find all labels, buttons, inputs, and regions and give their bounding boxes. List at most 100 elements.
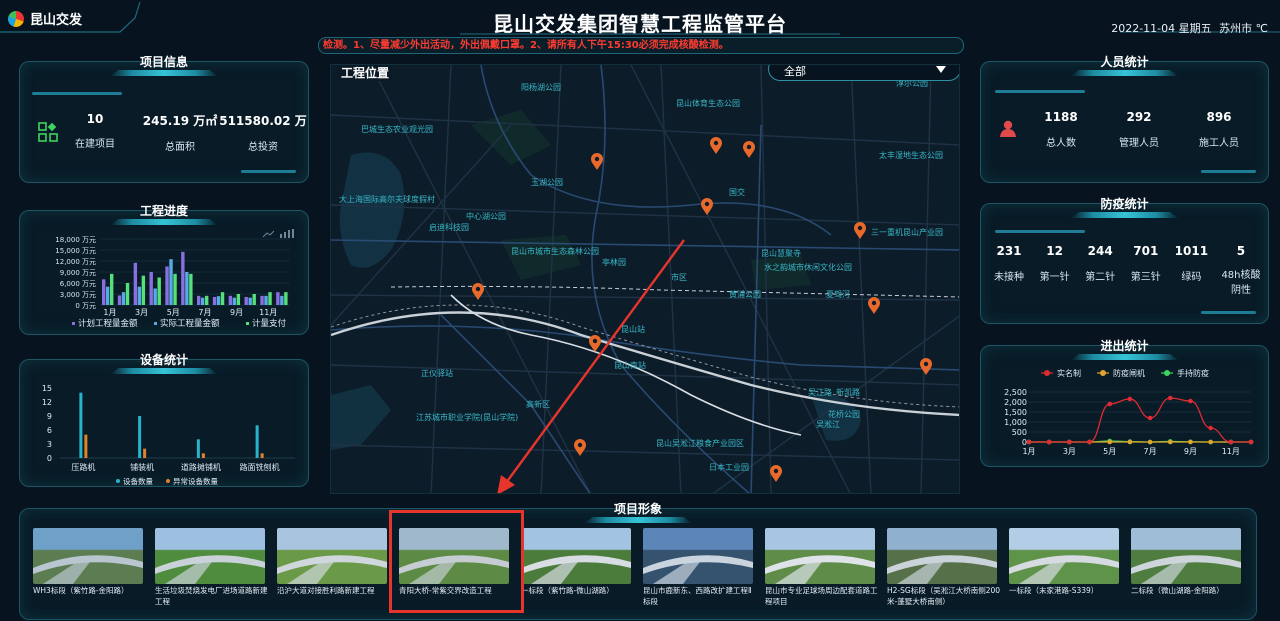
header-datetime: 2022-11-04 星期五 苏州市 ℃ xyxy=(1111,20,1268,36)
map-pin-icon[interactable] xyxy=(867,297,881,315)
stat-label: 未接种 xyxy=(994,272,1024,283)
highlight-box xyxy=(389,510,524,613)
legend-swatch xyxy=(166,479,170,483)
bar-2 xyxy=(106,286,110,305)
gallery-thumbnail[interactable] xyxy=(1131,528,1241,584)
bar-1 xyxy=(149,272,153,305)
map-place-label: 夏驾河 xyxy=(826,290,850,299)
map-place-label: 巴城生态农业观光园 xyxy=(361,125,433,134)
map-place-label: 新凯路 xyxy=(836,388,860,397)
x-tick-label: 压路机 xyxy=(71,462,95,472)
gallery-thumbnail[interactable] xyxy=(277,528,387,584)
x-tick-label: 1月 xyxy=(103,308,116,317)
legend-swatch xyxy=(72,322,75,325)
map-pin-icon[interactable] xyxy=(588,335,602,353)
map-pin-icon[interactable] xyxy=(700,198,714,216)
gallery-thumbnail[interactable] xyxy=(1009,528,1119,584)
stat-nucleic-negative: 5 48h核酸阴性 xyxy=(1217,244,1265,298)
bar-3 xyxy=(236,294,241,305)
stat-label: 管理人员 xyxy=(1119,138,1159,149)
map-place-label: 启迪科技园 xyxy=(429,223,469,232)
date-text: 2022-11-04 星期五 xyxy=(1111,22,1212,35)
gallery-thumbnail[interactable] xyxy=(521,528,631,584)
stat-workers: 896 施工人员 xyxy=(1189,110,1249,149)
stat-value: 1011 xyxy=(1174,244,1209,258)
map-pin-icon[interactable] xyxy=(709,137,723,155)
map-pin-icon[interactable] xyxy=(853,222,867,240)
y-tick-label: 15,000 万元 xyxy=(55,247,96,255)
bar-1 xyxy=(117,295,122,305)
y-tick-label: 12,000 万元 xyxy=(55,258,96,266)
bar-1 xyxy=(228,295,233,305)
map-place-label: 三一重机昆山产业园 xyxy=(871,228,943,237)
stat-total: 1188 总人数 xyxy=(1031,110,1091,149)
bar-2 xyxy=(153,288,157,305)
gallery-thumbnail[interactable] xyxy=(887,528,997,584)
panel-title: 人员统计 xyxy=(1084,53,1164,73)
bar-2 xyxy=(280,295,284,305)
map-place-label: 国交 xyxy=(729,188,745,197)
legend-label: 实际工程量金额 xyxy=(160,318,220,329)
data-point xyxy=(1208,439,1213,445)
y-tick-label: 18,000 万元 xyxy=(55,236,96,244)
data-point xyxy=(1188,439,1193,445)
panel-title: 项目信息 xyxy=(124,53,204,73)
x-tick-label: 道路摊铺机 xyxy=(181,462,221,472)
y-tick-label: 1,000 xyxy=(1004,418,1027,427)
select-value: 全部 xyxy=(784,65,806,78)
map-place-label: 日本工业园 xyxy=(709,463,749,472)
gallery-thumbnail[interactable] xyxy=(643,528,753,584)
stat-dose-3: 701 第三针 xyxy=(1126,244,1166,298)
gallery-caption[interactable]: WH3标段（紫竹路-金阳路） xyxy=(33,585,148,596)
map-place-label: 高新区 xyxy=(526,400,550,409)
gallery-thumbnail[interactable] xyxy=(155,528,265,584)
bar-2 xyxy=(137,286,142,305)
gallery-caption[interactable]: H2-SG标段（吴淞江大桥南侧200米-蓬墅大桥南侧） xyxy=(887,585,1002,607)
stat-value: 245.19 万㎡ xyxy=(142,114,218,128)
map-place-label: 亭林园 xyxy=(602,258,626,267)
stat-value: 231 xyxy=(996,244,1022,258)
y-tick-label: 3,000 万元 xyxy=(60,291,96,299)
gallery-thumbnail[interactable] xyxy=(33,528,143,584)
map-place-label: 昆山慧聚寺 xyxy=(761,249,801,258)
bar-1 xyxy=(276,292,280,305)
map-pin-icon[interactable] xyxy=(590,153,604,171)
y-tick-label: 9 xyxy=(47,412,52,421)
map-place-label: 昆山体育生态公园 xyxy=(676,99,740,108)
map-pin-icon[interactable] xyxy=(742,141,756,159)
bar-1 xyxy=(165,266,169,305)
gallery-caption[interactable]: 沿沪大道对接胜利路新建工程 xyxy=(277,585,392,596)
gallery-caption[interactable]: 二标段（微山湖路-金阳路） xyxy=(1131,585,1246,596)
stat-projects: 10 在建项目 xyxy=(65,112,125,150)
stat-label: 在建项目 xyxy=(75,139,115,150)
bar-1 xyxy=(255,425,259,458)
x-tick-label: 5月 xyxy=(1103,447,1116,456)
x-tick-label: 7月 xyxy=(198,308,211,317)
map-place-label: 阳杨湖公园 xyxy=(521,83,561,92)
stat-label: 第一针 xyxy=(1039,272,1070,283)
map-place-label: 江苏城市职业学院(昆山学院) xyxy=(416,413,519,422)
bar-2 xyxy=(201,297,205,305)
access-panel: 进出统计 实名制 防疫闸机 手持防疫 2,500 2,000 1,500 1,000 500 0… xyxy=(980,339,1269,467)
map-pin-icon[interactable] xyxy=(919,358,933,376)
panel-title: 设备统计 xyxy=(124,351,204,371)
data-point xyxy=(1046,439,1052,445)
gallery-caption[interactable]: 一标段（末家港路-S339） xyxy=(1009,585,1124,596)
gallery-caption[interactable]: 昆山市鹿新东、西路改扩建工程Ⅱ标段 xyxy=(643,585,758,607)
bar-3 xyxy=(189,273,193,305)
data-point xyxy=(1147,439,1153,445)
map-pin-icon[interactable] xyxy=(769,465,783,483)
map-region-select[interactable]: 全部 xyxy=(768,65,959,81)
gallery-caption[interactable]: 昆山市专业足球场周边配套道路工程项目 xyxy=(765,585,880,607)
gallery-thumbnail[interactable] xyxy=(765,528,875,584)
legend-label: 设备数量 xyxy=(123,476,153,486)
y-tick-label: 0 xyxy=(1022,438,1027,447)
gallery-caption[interactable]: 一标段（紫竹路-微山湖路） xyxy=(521,585,636,596)
map-pin-icon[interactable] xyxy=(471,283,485,301)
map-panel[interactable]: 阳杨湖公园 昆山体育生态公园 淳尔公园 巴城生态农业观光园 玉湖公园 太丰湿地生态公园 大上… xyxy=(330,64,960,494)
y-tick-label: 12 xyxy=(42,398,52,407)
gallery-caption[interactable]: 生活垃圾焚烧发电厂进场道路新建工程 xyxy=(155,585,270,607)
bar-3 xyxy=(220,292,225,305)
map-pin-icon[interactable] xyxy=(573,439,587,457)
map-title: 工程位置 xyxy=(337,65,394,81)
